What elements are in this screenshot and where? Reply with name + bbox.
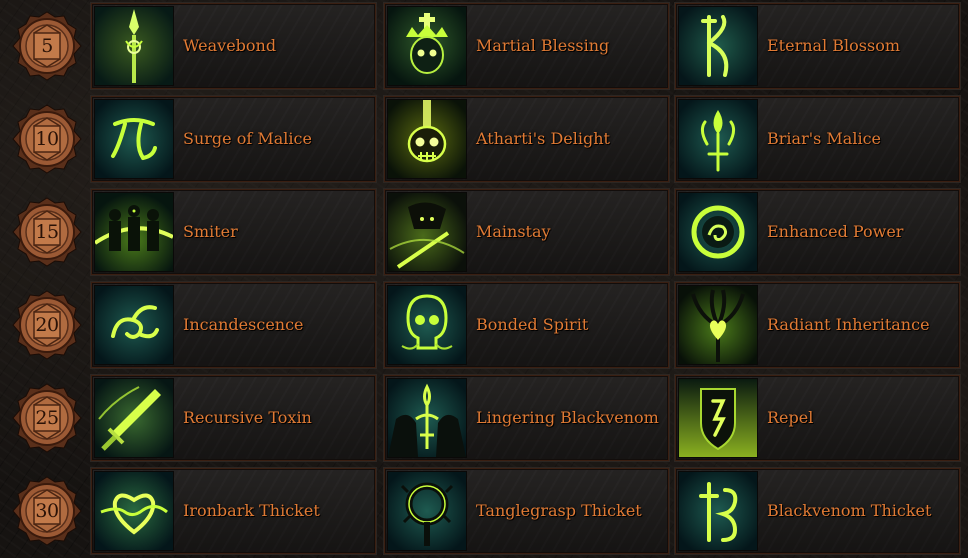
skill-name: Enhanced Power xyxy=(767,222,904,241)
venom-figure-icon xyxy=(387,378,467,458)
skill-card-enhanced-power[interactable]: Enhanced Power xyxy=(674,188,961,276)
malice-rune-icon xyxy=(94,99,174,179)
skill-card-blackvenom-thicket[interactable]: Blackvenom Thicket xyxy=(674,467,961,555)
tier-row-10: 10 Surge of Malice Atharti's Delight Bri… xyxy=(0,94,968,184)
skill-name: Martial Blessing xyxy=(476,36,610,55)
crowned-skull-icon xyxy=(387,6,467,86)
skill-card-weavebond[interactable]: Weavebond xyxy=(90,2,377,90)
skill-card-athartis-delight[interactable]: Atharti's Delight xyxy=(383,95,670,183)
skill-card-surge-of-malice[interactable]: Surge of Malice xyxy=(90,95,377,183)
skill-card-briars-malice[interactable]: Briar's Malice xyxy=(674,95,961,183)
thorn-ring-icon xyxy=(387,471,467,551)
spear-icon xyxy=(94,6,174,86)
tier-row-5: 5 Weavebond Martial Blessing Eternal Blo… xyxy=(0,1,968,91)
skill-card-radiant-inheritance[interactable]: Radiant Inheritance xyxy=(674,281,961,369)
tree-heart-icon xyxy=(678,285,758,365)
skill-card-incandescence[interactable]: Incandescence xyxy=(90,281,377,369)
skill-name: Surge of Malice xyxy=(183,129,312,148)
skill-name: Ironbark Thicket xyxy=(183,501,320,520)
skill-name: Incandescence xyxy=(183,315,304,334)
rune-icon xyxy=(678,6,758,86)
skill-card-bonded-spirit[interactable]: Bonded Spirit xyxy=(383,281,670,369)
tier-level-label: 30 xyxy=(35,500,59,522)
skill-card-tanglegrasp-thicket[interactable]: Tanglegrasp Thicket xyxy=(383,467,670,555)
tier-badge: 20 xyxy=(12,290,82,360)
skill-card-martial-blessing[interactable]: Martial Blessing xyxy=(383,2,670,90)
skill-card-smiter[interactable]: Smiter xyxy=(90,188,377,276)
skill-tree-panel: 5 Weavebond Martial Blessing Eternal Blo… xyxy=(0,0,968,558)
skill-name: Mainstay xyxy=(476,222,551,241)
skill-name: Smiter xyxy=(183,222,238,241)
power-orb-icon xyxy=(678,192,758,272)
skill-card-ironbark-thicket[interactable]: Ironbark Thicket xyxy=(90,467,377,555)
skill-name: Recursive Toxin xyxy=(183,408,312,427)
tier-level-label: 10 xyxy=(35,128,59,150)
tier-badge: 25 xyxy=(12,383,82,453)
tier-level-label: 5 xyxy=(41,35,53,57)
tier-badge: 10 xyxy=(12,104,82,174)
hooded-figure-icon xyxy=(387,192,467,272)
tier-badge: 30 xyxy=(12,476,82,546)
swirl-icon xyxy=(94,285,174,365)
skill-name: Tanglegrasp Thicket xyxy=(476,501,642,520)
tier-row-15: 15 Smiter Mainstay Enhanced Power xyxy=(0,187,968,277)
thorn-heart-icon xyxy=(94,471,174,551)
venom-rune-icon xyxy=(678,471,758,551)
skill-name: Repel xyxy=(767,408,814,427)
skill-name: Weavebond xyxy=(183,36,277,55)
skill-card-eternal-blossom[interactable]: Eternal Blossom xyxy=(674,2,961,90)
spirit-skull-icon xyxy=(387,285,467,365)
skill-name: Briar's Malice xyxy=(767,129,881,148)
tier-badge: 5 xyxy=(12,11,82,81)
skill-card-repel[interactable]: Repel xyxy=(674,374,961,462)
skull-icon xyxy=(387,99,467,179)
tier-row-25: 25 Recursive Toxin Lingering Blackvenom … xyxy=(0,373,968,463)
skill-name: Atharti's Delight xyxy=(476,129,610,148)
skill-name: Eternal Blossom xyxy=(767,36,901,55)
skill-name: Radiant Inheritance xyxy=(767,315,930,334)
tier-badge: 15 xyxy=(12,197,82,267)
skill-card-lingering-blackvenom[interactable]: Lingering Blackvenom xyxy=(383,374,670,462)
tier-level-label: 15 xyxy=(35,221,59,243)
skill-card-recursive-toxin[interactable]: Recursive Toxin xyxy=(90,374,377,462)
skill-name: Lingering Blackvenom xyxy=(476,408,659,427)
tier-row-30: 30 Ironbark Thicket Tanglegrasp Thicket … xyxy=(0,466,968,556)
tier-level-label: 20 xyxy=(35,314,59,336)
tier-level-label: 25 xyxy=(35,407,59,429)
skill-name: Bonded Spirit xyxy=(476,315,589,334)
shield-rune-icon xyxy=(678,378,758,458)
figures-icon xyxy=(94,192,174,272)
tier-row-20: 20 Incandescence Bonded Spirit Radiant I… xyxy=(0,280,968,370)
dagger-icon xyxy=(94,378,174,458)
skill-name: Blackvenom Thicket xyxy=(767,501,932,520)
skill-card-mainstay[interactable]: Mainstay xyxy=(383,188,670,276)
briar-icon xyxy=(678,99,758,179)
